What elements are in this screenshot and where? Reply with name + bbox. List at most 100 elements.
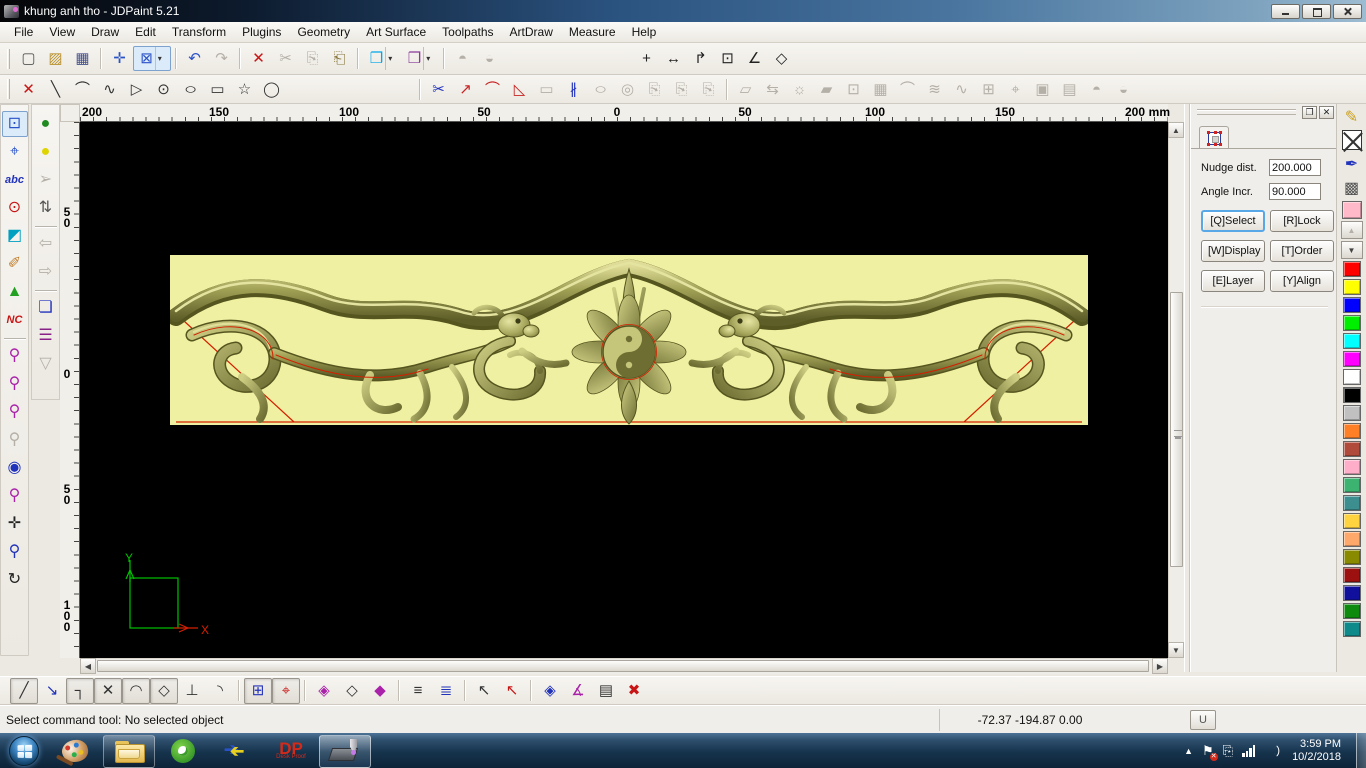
palette-color-swatch[interactable] — [1343, 549, 1361, 565]
palette-color-swatch[interactable] — [1343, 279, 1361, 295]
draw-point-button[interactable]: ✕ ▾ — [15, 77, 42, 102]
toolbar-grip[interactable] — [7, 79, 10, 99]
taskbar-app-deskproof[interactable]: DPDesk Proof — [265, 735, 317, 768]
zoom-window-button[interactable]: ⚲ — [2, 343, 28, 369]
snap-tangent-button[interactable]: ◝ — [206, 678, 234, 704]
render-on-lamp-button[interactable]: ● — [33, 111, 59, 137]
panel-tab-select[interactable] — [1199, 126, 1229, 149]
menu-item[interactable]: File — [6, 23, 41, 41]
draw-spline-button[interactable]: ∿ ▾ — [96, 77, 123, 102]
snap-nearest-button[interactable]: ↘ — [38, 678, 66, 704]
unit-toggle-button[interactable]: U — [1190, 710, 1216, 730]
panel-button[interactable]: [E]Layer — [1201, 270, 1265, 292]
menu-item[interactable]: Measure — [561, 23, 624, 41]
menu-item[interactable]: Help — [624, 23, 665, 41]
hatch-lines-button[interactable]: ☰ — [33, 323, 59, 349]
snap-grid-button[interactable]: ⊞ — [244, 678, 272, 704]
panel-button[interactable]: [T]Order — [1270, 240, 1334, 262]
palette-color-swatch[interactable] — [1343, 297, 1361, 313]
scroll-right-icon[interactable]: ▶ — [1152, 658, 1168, 674]
dropdown-arrow-icon[interactable]: ▾ — [385, 47, 394, 70]
palette-color-swatch[interactable] — [1343, 459, 1361, 475]
palette-color-swatch[interactable] — [1343, 405, 1361, 421]
horizontal-scrollbar[interactable]: ◀ ▶ — [80, 658, 1168, 674]
view-all-button[interactable]: ◉ — [2, 455, 28, 481]
measure-angle-button[interactable]: ∠ ▾ — [741, 46, 768, 71]
menu-item[interactable]: Art Surface — [358, 23, 434, 41]
start-button[interactable] — [0, 733, 48, 768]
taskbar-clock[interactable]: 3:59 PM 10/2/2018 — [1292, 738, 1341, 764]
panel-button[interactable]: [R]Lock — [1270, 210, 1334, 232]
outline-offset-tool-button[interactable]: ⊙ — [2, 195, 28, 221]
minimize-button[interactable] — [1271, 4, 1300, 19]
save-file-button[interactable]: ▦ ▾ — [69, 46, 96, 71]
menu-item[interactable]: View — [41, 23, 83, 41]
panel-restore-button[interactable]: ❐ — [1302, 106, 1317, 119]
undo-button[interactable]: ↶ ▾ — [181, 46, 208, 71]
snap-endpoint-button[interactable]: ╱ — [10, 678, 38, 704]
relief-tool-button[interactable]: ▲ — [2, 279, 28, 305]
measure-point-button[interactable]: + ▾ — [633, 46, 660, 71]
node-edit-tool-button[interactable]: ⌖ — [2, 139, 28, 165]
snap-rotate-button[interactable]: ◈ — [536, 678, 564, 704]
snap-perpendicular-button[interactable]: ⊥ — [178, 678, 206, 704]
palette-color-swatch[interactable] — [1343, 423, 1361, 439]
color-picker-icon[interactable]: ✒ — [1341, 153, 1363, 175]
text-tool-button[interactable]: abc — [2, 167, 28, 193]
draw-star-button[interactable]: ☆ ▾ — [231, 77, 258, 102]
measure-rect-button[interactable]: ⊡ ▾ — [714, 46, 741, 71]
horizontal-scroll-thumb[interactable] — [97, 660, 1149, 672]
power-plug-icon[interactable]: ⎘ — [1223, 743, 1233, 759]
snap-hatch-button[interactable]: ≡ — [404, 678, 432, 704]
palette-scroll-up-icon[interactable]: ▲ — [1341, 221, 1363, 239]
measure-distance-button[interactable]: ↔ ▾ — [660, 46, 687, 71]
nc-tool-button[interactable]: NC — [2, 307, 28, 333]
taskbar-app-jdpaint[interactable] — [319, 735, 371, 768]
palette-color-swatch[interactable] — [1343, 369, 1361, 385]
palette-scroll-down-icon[interactable]: ▼ — [1341, 241, 1363, 259]
render-solid-button[interactable]: ❒ ▾ — [363, 46, 401, 71]
measure-arc-button[interactable]: ◇ ▾ — [768, 46, 795, 71]
palette-color-swatch[interactable] — [1343, 603, 1361, 619]
palette-color-swatch[interactable] — [1343, 333, 1361, 349]
menu-item[interactable]: Draw — [83, 23, 127, 41]
taskbar-app-explorer[interactable] — [103, 735, 155, 768]
no-color-swatch[interactable] — [1342, 130, 1362, 150]
snap-clear-button[interactable]: ✖ — [620, 678, 648, 704]
draw-arc-button[interactable]: ⌒ ▾ — [69, 77, 96, 102]
menu-item[interactable]: Edit — [127, 23, 164, 41]
panel-close-button[interactable]: ✕ — [1319, 106, 1334, 119]
render-wireframe-button[interactable]: ❒ ▾ — [401, 46, 439, 71]
taskbar-app-paint[interactable] — [49, 735, 101, 768]
palette-color-swatch[interactable] — [1343, 387, 1361, 403]
measure-step-button[interactable]: ↱ ▾ — [687, 46, 714, 71]
palette-color-swatch[interactable] — [1343, 315, 1361, 331]
trim-button[interactable]: ✂ ▾ — [425, 77, 452, 102]
snap-arc-button[interactable]: ◠ — [122, 678, 150, 704]
zoom-one-to-one-button[interactable]: ⚲ — [2, 539, 28, 565]
snap-hatch-edge-button[interactable]: ≣ — [432, 678, 460, 704]
palette-color-swatch[interactable] — [1343, 585, 1361, 601]
scroll-left-icon[interactable]: ◀ — [80, 658, 96, 674]
pan-view-button[interactable]: ✛ — [2, 511, 28, 537]
zoom-in-button[interactable]: ⚲ — [2, 399, 28, 425]
draw-circle-button[interactable]: ⊙ ▾ — [150, 77, 177, 102]
draw-line-button[interactable]: ╲ ▾ — [42, 77, 69, 102]
panel-button[interactable]: [Y]Align — [1270, 270, 1334, 292]
vertical-scroll-thumb[interactable] — [1170, 292, 1183, 567]
menu-item[interactable]: Geometry — [289, 23, 358, 41]
menu-item[interactable]: ArtDraw — [502, 23, 561, 41]
panel-button[interactable]: [Q]Select — [1201, 210, 1265, 232]
snap-coordinate-button[interactable]: ⌖ — [272, 678, 300, 704]
snap-angle-button[interactable]: ∡ — [564, 678, 592, 704]
cursor-snap-off-button[interactable]: ↖ — [498, 678, 526, 704]
palette-color-swatch[interactable] — [1343, 567, 1361, 583]
draw-ellipse-button[interactable]: ○ ▾ — [177, 77, 204, 102]
edit-palette-icon[interactable]: ▩ — [1341, 177, 1363, 199]
palette-color-swatch[interactable] — [1343, 477, 1361, 493]
select-tool-button[interactable]: ⊡ — [2, 111, 28, 137]
current-color-swatch[interactable] — [1342, 201, 1362, 219]
taskbar-app-sync[interactable]: ➔➔ — [211, 735, 263, 768]
draw-polyline-button[interactable]: ▷ ▾ — [123, 77, 150, 102]
palette-color-swatch[interactable] — [1343, 495, 1361, 511]
